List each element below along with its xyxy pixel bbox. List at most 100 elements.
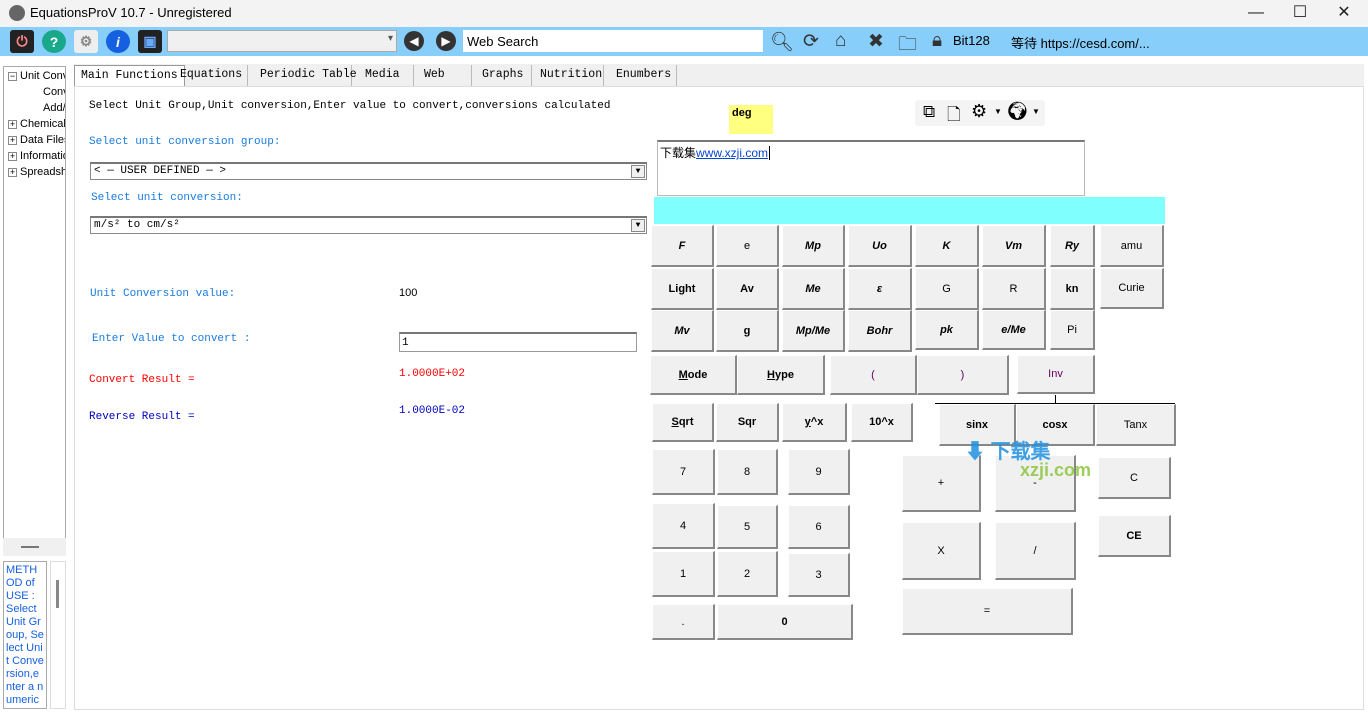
- key-k[interactable]: K: [915, 225, 979, 267]
- tab-main-functions[interactable]: Main Functions: [74, 65, 185, 86]
- collapse-icon[interactable]: −: [8, 71, 17, 81]
- key-f[interactable]: F: [651, 225, 714, 267]
- help-icon[interactable]: ?: [42, 30, 66, 53]
- key-inv[interactable]: Inv: [1017, 355, 1095, 394]
- key-5[interactable]: 5: [717, 505, 778, 549]
- key-4[interactable]: 4: [652, 503, 715, 549]
- key-av[interactable]: Av: [716, 268, 779, 310]
- expand-icon[interactable]: +: [8, 167, 17, 177]
- tree-item-data-files[interactable]: + Data Files: [8, 134, 65, 146]
- key-amu[interactable]: amu: [1100, 225, 1164, 267]
- maximize-button[interactable]: ☐: [1277, 0, 1323, 27]
- key-mode[interactable]: Mode: [650, 355, 737, 395]
- settings-gears-icon[interactable]: ⚙: [74, 30, 98, 53]
- key-x[interactable]: X: [902, 522, 981, 580]
- close-button[interactable]: ✕: [1321, 0, 1367, 27]
- key-me[interactable]: Me: [782, 268, 845, 310]
- key-6[interactable]: 6: [788, 505, 850, 549]
- key-symbol[interactable]: (: [830, 355, 917, 395]
- key-sqrt[interactable]: Sqrt: [652, 403, 714, 442]
- key-9[interactable]: 9: [788, 449, 850, 495]
- key-vm[interactable]: Vm: [982, 225, 1046, 267]
- tree-item-convert[interactable]: Convert: [43, 86, 65, 98]
- stop-icon[interactable]: ✖: [868, 30, 884, 53]
- address-combo[interactable]: [167, 30, 397, 52]
- key-sqr[interactable]: Sqr: [716, 403, 779, 442]
- expand-icon[interactable]: +: [8, 135, 17, 145]
- gear-icon[interactable]: ⚙: [971, 101, 987, 122]
- key-symbol[interactable]: ε: [848, 268, 912, 310]
- dropdown-arrow-icon[interactable]: ▼: [631, 165, 645, 178]
- key-y-x[interactable]: y^x: [782, 403, 847, 442]
- key-kn[interactable]: kn: [1050, 268, 1095, 310]
- tab-enumbers[interactable]: Enumbers: [610, 65, 677, 86]
- display-link[interactable]: www.xzji.com: [696, 146, 768, 160]
- copy-icon[interactable]: ⧉: [923, 102, 935, 122]
- key-symbol[interactable]: =: [902, 588, 1073, 635]
- key-0[interactable]: 0: [717, 604, 853, 640]
- value-input[interactable]: [399, 332, 637, 352]
- key-symbol[interactable]: ): [917, 355, 1009, 395]
- key-8[interactable]: 8: [717, 449, 778, 495]
- key-g[interactable]: G: [915, 268, 979, 310]
- key-symbol[interactable]: .: [652, 604, 715, 640]
- tree-item-add-edit[interactable]: Add/Edit: [43, 102, 65, 114]
- tab-periodic-table[interactable]: Periodic Table: [254, 65, 357, 86]
- web-search-input[interactable]: [463, 30, 763, 52]
- tab-web[interactable]: Web: [418, 65, 472, 86]
- key-ry[interactable]: Ry: [1050, 225, 1095, 267]
- tree-item-information[interactable]: +Information: [8, 150, 65, 162]
- key-3[interactable]: 3: [788, 553, 850, 597]
- key-uo[interactable]: Uo: [848, 225, 912, 267]
- new-folder-icon[interactable]: 🗀: [898, 30, 917, 62]
- info-icon[interactable]: i: [106, 30, 130, 53]
- help-scrollbar[interactable]: [50, 561, 66, 709]
- key-symbol[interactable]: /: [995, 522, 1076, 580]
- minimize-button[interactable]: —: [1233, 0, 1279, 27]
- key-ce[interactable]: CE: [1098, 515, 1171, 557]
- tab-graphs[interactable]: Graphs: [476, 65, 532, 86]
- tab-equations[interactable]: Equations: [174, 65, 248, 86]
- key-hype[interactable]: Hype: [737, 355, 825, 395]
- expand-icon[interactable]: +: [8, 119, 17, 129]
- tablet-icon[interactable]: ▣: [138, 30, 162, 53]
- key-r[interactable]: R: [982, 268, 1046, 310]
- key-g[interactable]: g: [716, 310, 779, 352]
- home-icon[interactable]: ⌂: [835, 30, 846, 52]
- key-pk[interactable]: pk: [915, 310, 979, 350]
- key-10-x[interactable]: 10^x: [851, 403, 913, 442]
- key-1[interactable]: 1: [652, 551, 715, 597]
- tree-item-spreadsheet[interactable]: +Spreadsheet: [8, 166, 65, 178]
- power-icon[interactable]: ⏻: [10, 30, 34, 53]
- key-pi[interactable]: Pi: [1050, 310, 1095, 350]
- key-c[interactable]: C: [1098, 457, 1171, 499]
- globe-icon[interactable]: 🌍︎: [1006, 101, 1029, 122]
- key-mp-me[interactable]: Mp/Me: [782, 310, 845, 352]
- tree-item-unit-conversions[interactable]: −Unit Conversions: [8, 70, 65, 82]
- key-bohr[interactable]: Bohr: [848, 310, 912, 352]
- back-icon[interactable]: ◀: [404, 31, 424, 51]
- tree-item-chemical[interactable]: + Chemical: [8, 118, 65, 130]
- key-tanx[interactable]: Tanx: [1096, 404, 1176, 446]
- key-e-me[interactable]: e/Me: [982, 310, 1046, 350]
- unit-group-select[interactable]: < — USER DEFINED — > ▼: [90, 162, 647, 180]
- key-mv[interactable]: Mv: [651, 310, 714, 352]
- chevron-down-icon[interactable]: ▼: [1032, 107, 1040, 116]
- key-light[interactable]: Light: [651, 268, 714, 310]
- forward-icon[interactable]: ▶: [436, 31, 456, 51]
- chevron-down-icon[interactable]: ▼: [994, 107, 1002, 116]
- expand-icon[interactable]: +: [8, 151, 17, 161]
- search-icon[interactable]: 🔍︎: [770, 30, 794, 54]
- tab-media[interactable]: Media: [359, 65, 414, 86]
- key-2[interactable]: 2: [717, 551, 778, 597]
- new-document-icon[interactable]: 🗋: [947, 102, 961, 131]
- calculator-display[interactable]: 下载集www.xzji.com: [657, 140, 1085, 196]
- key-mp[interactable]: Mp: [782, 225, 845, 267]
- tab-nutrition[interactable]: Nutrition: [534, 65, 604, 86]
- panel-splitter[interactable]: [3, 538, 66, 556]
- key-curie[interactable]: Curie: [1100, 268, 1164, 309]
- dropdown-arrow-icon[interactable]: ▼: [631, 219, 645, 232]
- refresh-icon[interactable]: ⟳: [803, 30, 819, 53]
- unit-conversion-select[interactable]: m/s² to cm/s² ▼: [90, 216, 647, 234]
- key-e[interactable]: e: [716, 225, 779, 267]
